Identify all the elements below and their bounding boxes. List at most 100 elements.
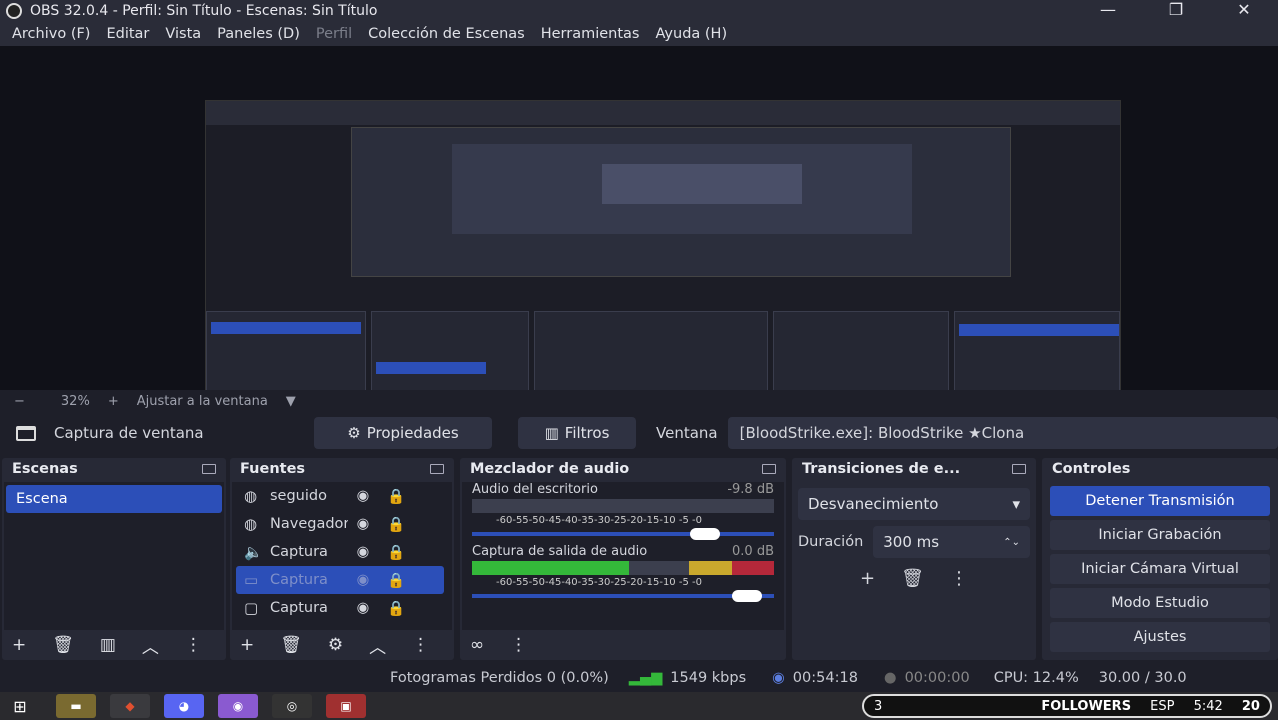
link-icon[interactable]: ∞ (470, 635, 484, 655)
source-item[interactable]: ◍ seguido ◉ 🔒 (232, 482, 452, 510)
dropped-frames: Fotogramas Perdidos 0 (0.0%) (390, 670, 609, 686)
menu-vista[interactable]: Vista (165, 26, 201, 42)
lock-icon[interactable]: 🔒 (378, 600, 414, 617)
lock-icon[interactable]: 🔒 (378, 572, 414, 589)
mixer-title: Mezclador de audio (470, 461, 630, 477)
zoom-level: 32% (60, 393, 90, 409)
volume-slider[interactable] (472, 590, 774, 602)
source-item[interactable]: ▢ Captura ◉ 🔒 (232, 594, 452, 622)
menu-herramientas[interactable]: Herramientas (541, 26, 640, 42)
lock-icon[interactable]: 🔒 (378, 516, 414, 533)
transitions-dock: Transiciones de e... Desvanecimiento ▾ Du… (792, 458, 1036, 660)
discord-icon[interactable]: ◕ (164, 694, 204, 718)
minimize-button[interactable]: — (1074, 0, 1142, 22)
scenes-list: Escena (4, 482, 224, 630)
float-dock-icon[interactable] (202, 464, 216, 474)
speaker-icon: 🔈 (244, 543, 263, 561)
lock-icon[interactable]: 🔒 (378, 544, 414, 561)
studio-mode-button[interactable]: Modo Estudio (1050, 588, 1270, 618)
twitch-icon[interactable]: ◉ (218, 694, 258, 718)
menu-paneles[interactable]: Paneles (D) (217, 26, 300, 42)
preview-canvas[interactable] (0, 46, 1278, 431)
more-icon[interactable]: ⋮ (412, 635, 429, 655)
float-dock-icon[interactable] (1012, 464, 1026, 474)
zoom-in-button[interactable]: + (108, 394, 119, 409)
duration-value: 300 ms (883, 533, 940, 551)
lock-icon[interactable]: 🔒 (378, 488, 414, 505)
transition-type: Desvanecimiento (808, 495, 939, 513)
windows-start-icon[interactable]: ⊞ (0, 697, 40, 716)
stop-streaming-button[interactable]: Detener Transmisión (1050, 486, 1270, 516)
window-select[interactable]: [BloodStrike.exe]: BloodStrike ★Clona (727, 417, 1278, 449)
properties-button[interactable]: ⚙ Propiedades (314, 417, 492, 449)
clock-day: 20 (1241, 698, 1260, 714)
duration-spinbox[interactable]: 300 ms ⌃⌄ (873, 526, 1030, 558)
source-item[interactable]: ◍ Navegador ◉ 🔒 (232, 510, 452, 538)
source-item[interactable]: 🔈 Captura ◉ 🔒 (232, 538, 452, 566)
trash-icon[interactable]: 🗑 (901, 568, 924, 589)
trash-icon[interactable]: 🗑 (280, 635, 302, 655)
source-name: Captura (270, 600, 328, 616)
nested-deepest-preview (602, 164, 802, 204)
cpu-usage: CPU: 12.4% (993, 670, 1079, 686)
source-name: Captura de ventana (54, 424, 204, 442)
transition-select[interactable]: Desvanecimiento ▾ (798, 488, 1030, 520)
add-scene-button[interactable]: + (12, 635, 26, 655)
float-dock-icon[interactable] (430, 464, 444, 474)
eye-icon[interactable]: ◉ (348, 600, 378, 616)
selected-source: Captura de ventana (0, 424, 300, 442)
obs-taskbar-icon[interactable]: ◎ (272, 694, 312, 718)
chevron-down-icon[interactable]: ▼ (286, 394, 296, 409)
gear-icon[interactable]: ⚙ (328, 635, 343, 655)
start-recording-button[interactable]: Iniciar Grabación (1050, 520, 1270, 550)
zoom-out-button[interactable]: − (14, 394, 25, 409)
trash-icon[interactable]: 🗑 (52, 635, 74, 655)
add-source-button[interactable]: + (240, 635, 254, 655)
sources-title: Fuentes (240, 461, 306, 477)
stream-icon: ◉ (772, 670, 785, 686)
eye-icon[interactable]: ◉ (348, 544, 378, 560)
game-icon[interactable]: ▣ (326, 694, 366, 718)
spin-icon[interactable]: ⌃⌄ (1003, 537, 1020, 548)
more-icon[interactable]: ⋮ (950, 568, 968, 589)
more-icon[interactable]: ⋮ (185, 635, 202, 655)
file-explorer-icon[interactable]: ▬ (56, 694, 96, 718)
gear-icon: ⚙ (347, 424, 361, 442)
filter-icon[interactable]: ▥ (100, 635, 116, 655)
chevron-up-icon[interactable]: ︿ (369, 633, 386, 658)
brave-icon[interactable]: ◆ (110, 694, 150, 718)
chevron-up-icon[interactable]: ︿ (142, 633, 159, 658)
obs-logo-icon (6, 3, 22, 19)
record-icon: ● (883, 670, 897, 686)
restore-button[interactable]: ❐ (1142, 0, 1210, 22)
menu-bar: Archivo (F) Editar Vista Paneles (D) Per… (0, 22, 1278, 46)
window-icon: ▢ (244, 599, 259, 617)
eye-icon[interactable]: ◉ (348, 488, 378, 504)
menu-archivo[interactable]: Archivo (F) (12, 26, 90, 42)
nested-title-bar (206, 101, 1120, 113)
float-dock-icon[interactable] (762, 464, 776, 474)
filter-icon: ▥ (544, 424, 559, 442)
more-icon[interactable]: ⋮ (510, 635, 527, 655)
source-item-selected[interactable]: ▭ Captura ◉ 🔒 (236, 566, 444, 594)
scenes-dock: Escenas Escena + 🗑 ▥ ︿ ⋮ (2, 458, 226, 660)
properties-label: Propiedades (366, 424, 459, 442)
clock-time[interactable]: 5:42 (1194, 699, 1223, 714)
menu-coleccion[interactable]: Colección de Escenas (368, 26, 525, 42)
nested-deep-preview (351, 127, 1011, 277)
volume-slider[interactable] (472, 528, 774, 540)
menu-editar[interactable]: Editar (106, 26, 149, 42)
filters-label: Filtros (564, 424, 610, 442)
filters-button[interactable]: ▥ Filtros (518, 417, 636, 449)
menu-perfil[interactable]: Perfil (316, 26, 352, 42)
menu-ayuda[interactable]: Ayuda (H) (655, 26, 727, 42)
fit-window-label[interactable]: Ajustar a la ventana (137, 394, 268, 409)
language-indicator[interactable]: ESP (1150, 699, 1174, 714)
start-virtual-camera-button[interactable]: Iniciar Cámara Virtual (1050, 554, 1270, 584)
eye-icon[interactable]: ◉ (348, 516, 378, 532)
settings-button[interactable]: Ajustes (1050, 622, 1270, 652)
add-transition-button[interactable]: + (860, 568, 875, 589)
close-button[interactable]: ✕ (1210, 0, 1278, 22)
eye-icon[interactable]: ◉ (348, 572, 378, 588)
scene-item[interactable]: Escena (6, 485, 222, 513)
